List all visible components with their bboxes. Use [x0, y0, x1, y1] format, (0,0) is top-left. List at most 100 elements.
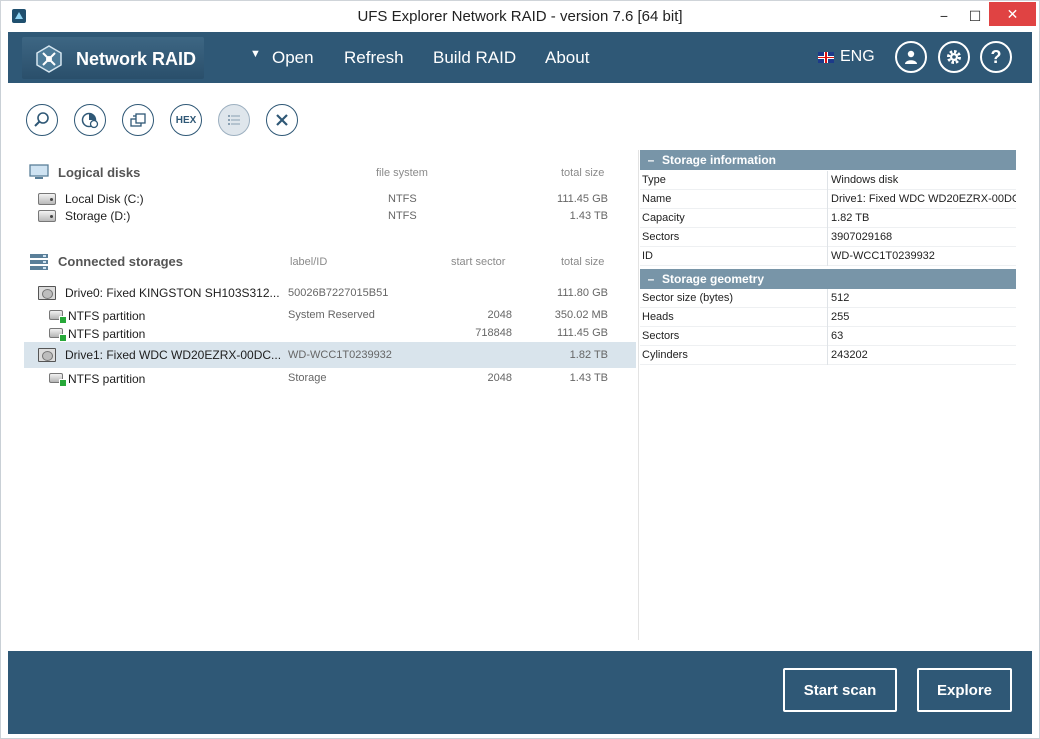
disk-icon	[38, 210, 56, 222]
info-key: Capacity	[642, 212, 685, 224]
explore-button[interactable]: Explore	[917, 668, 1012, 712]
storage-row-label: System Reserved	[288, 309, 375, 321]
list-tool-button[interactable]	[218, 104, 250, 136]
uk-flag-icon	[818, 51, 834, 63]
storage-geometry-header[interactable]: – Storage geometry	[640, 269, 1016, 289]
bottom-action-bar: Start scan Explore	[8, 651, 1032, 734]
save-copy-tool-button[interactable]	[122, 104, 154, 136]
storage-row-start: 2048	[487, 372, 512, 384]
user-icon	[905, 50, 917, 64]
minimize-button[interactable]: −	[927, 1, 961, 31]
collapse-icon: –	[647, 153, 655, 167]
search-tool-button[interactable]	[26, 104, 58, 136]
panel-divider[interactable]	[638, 150, 639, 640]
storage-row-label: 50026B7227015B51	[288, 287, 389, 299]
info-row: Type Windows disk	[640, 171, 1016, 190]
brand-title: Network RAID	[76, 49, 197, 69]
pie-chart-icon	[81, 112, 99, 129]
storage-row-start: 2048	[487, 309, 512, 321]
collapse-icon: –	[647, 272, 655, 286]
connected-storages-title: Connected storages	[58, 254, 183, 269]
start-scan-button[interactable]: Start scan	[783, 668, 897, 712]
col-start-sector: start sector	[451, 256, 506, 268]
maximize-button[interactable]: ☐	[961, 1, 989, 31]
col-total-size: total size	[561, 167, 605, 179]
title-bar: UFS Explorer Network RAID - version 7.6 …	[0, 0, 1040, 31]
hex-tool-button[interactable]: HEX	[170, 104, 202, 136]
col-label-id: label/ID	[290, 256, 328, 268]
hex-icon: HEX	[175, 114, 197, 126]
info-value: 243202	[831, 349, 868, 361]
info-key: Sectors	[642, 231, 680, 243]
hard-drive-icon	[38, 348, 56, 362]
disk-icon	[38, 193, 56, 205]
storage-information-header[interactable]: – Storage information	[640, 150, 1016, 170]
storage-row-start: 718848	[475, 327, 512, 339]
col-total-size: total size	[561, 256, 605, 268]
close-icon	[276, 114, 288, 126]
info-row: Sector size (bytes) 512	[640, 289, 1016, 308]
info-row: ID WD-WCC1T0239932	[640, 247, 1016, 266]
partition-icon	[49, 310, 67, 324]
logical-disks-title: Logical disks	[58, 165, 141, 180]
info-value: 255	[831, 311, 850, 323]
info-value: 1.82 TB	[831, 212, 870, 224]
language-selector[interactable]: ENG	[818, 48, 875, 66]
info-value: 512	[831, 292, 850, 304]
storage-information-title: Storage information	[662, 153, 777, 167]
partition-icon	[49, 373, 67, 387]
nav-open[interactable]: Open	[272, 48, 314, 68]
monitor-icon	[29, 164, 49, 179]
nav-about[interactable]: About	[545, 48, 589, 68]
info-value: Windows disk	[831, 174, 899, 186]
nav-refresh[interactable]: Refresh	[344, 48, 404, 68]
top-navbar: Network RAID ▼ Open Refresh Build RAID A…	[8, 32, 1032, 83]
logical-disk-name[interactable]: Local Disk (C:)	[65, 192, 144, 206]
language-label: ENG	[840, 48, 875, 65]
col-file-system: file system	[376, 167, 428, 179]
settings-button[interactable]	[938, 41, 970, 73]
info-value: 63	[831, 330, 844, 342]
storage-row-size: 1.43 TB	[569, 372, 608, 384]
gear-icon	[947, 50, 961, 64]
storage-row-name[interactable]: NTFS partition	[68, 309, 145, 323]
brand: Network RAID	[22, 37, 204, 79]
window-title: UFS Explorer Network RAID - version 7.6 …	[357, 8, 683, 25]
close-tool-button[interactable]	[266, 104, 298, 136]
storage-row-name[interactable]: NTFS partition	[68, 327, 145, 341]
info-key: ID	[642, 250, 653, 262]
info-value: Drive1: Fixed WDC WD20EZRX-00DC0	[831, 193, 1016, 205]
info-value: 3907029168	[831, 231, 893, 243]
info-row: Heads 255	[640, 308, 1016, 327]
info-key: Sectors	[642, 330, 680, 342]
logical-disk-size: 1.43 TB	[569, 210, 608, 222]
save-copy-icon	[130, 113, 146, 127]
storage-row-size: 111.80 GB	[557, 287, 608, 299]
storage-row-name[interactable]: Drive0: Fixed KINGSTON SH103S312...	[65, 286, 280, 300]
storage-row-name[interactable]: NTFS partition	[68, 372, 145, 386]
nav-build-raid[interactable]: Build RAID	[433, 48, 516, 68]
help-button[interactable]: ?	[980, 41, 1012, 73]
hard-drive-icon	[38, 286, 56, 300]
info-value: WD-WCC1T0239932	[831, 250, 935, 262]
logical-disk-name[interactable]: Storage (D:)	[65, 209, 130, 223]
storage-row-size: 1.82 TB	[569, 349, 608, 361]
info-row: Sectors 3907029168	[640, 228, 1016, 247]
user-button[interactable]	[895, 41, 927, 73]
partition-icon	[49, 328, 67, 342]
logical-disk-fs: NTFS	[388, 193, 417, 205]
info-key: Cylinders	[642, 349, 688, 361]
search-icon	[34, 112, 49, 127]
close-window-button[interactable]: ✕	[989, 2, 1036, 26]
info-key: Name	[642, 193, 672, 205]
info-key: Heads	[642, 311, 674, 323]
network-raid-logo-icon	[36, 45, 62, 73]
menu-dropdown-icon[interactable]: ▼	[250, 48, 261, 60]
storage-row-label: WD-WCC1T0239932	[288, 349, 392, 361]
pie-chart-tool-button[interactable]	[74, 104, 106, 136]
info-key: Sector size (bytes)	[642, 292, 734, 304]
storages-icon	[30, 254, 48, 270]
window-frame	[0, 31, 1040, 739]
storage-row-name[interactable]: Drive1: Fixed WDC WD20EZRX-00DC...	[65, 348, 281, 362]
list-icon	[228, 115, 240, 125]
